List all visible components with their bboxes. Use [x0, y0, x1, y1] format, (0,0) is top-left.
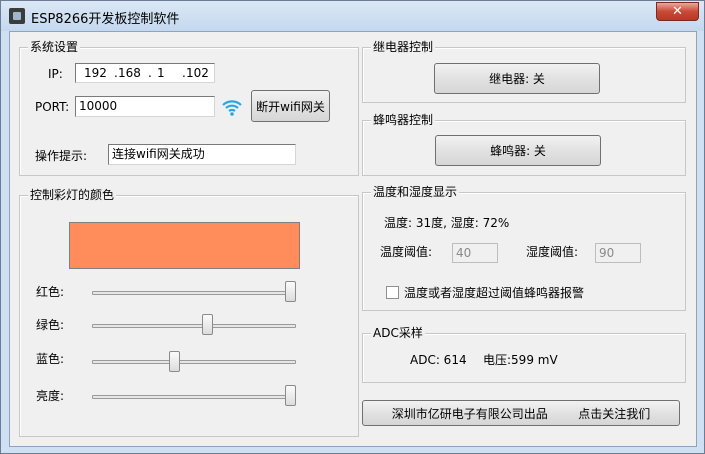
close-button[interactable]: ✕ — [656, 2, 699, 21]
ip-octet-2: 168 — [118, 66, 141, 80]
alarm-checkbox[interactable] — [386, 286, 399, 299]
blue-slider[interactable] — [92, 360, 296, 364]
brightness-slider-thumb[interactable] — [285, 385, 296, 406]
wifi-icon — [221, 96, 243, 118]
temp-threshold-field[interactable]: 40 — [452, 243, 498, 263]
blue-label: 蓝色: — [36, 352, 65, 366]
group-title: 控制彩灯的颜色 — [28, 188, 117, 202]
ip-octet-4: 102 — [186, 66, 209, 80]
title-bar[interactable]: ESP8266开发板控制软件 ✕ — [1, 1, 704, 31]
buzzer-toggle-button[interactable]: 蜂鸣器: 关 — [435, 135, 601, 166]
relay-toggle-button[interactable]: 继电器: 关 — [434, 63, 600, 94]
hint-label: 操作提示: — [35, 149, 88, 163]
temp-humidity-reading: 温度: 31度, 湿度: 72% — [384, 216, 510, 230]
port-field[interactable]: 10000 — [75, 96, 215, 117]
green-label: 绿色: — [36, 318, 65, 332]
voltage-value: 电压:599 mV — [483, 353, 558, 367]
humidity-threshold-label: 湿度阈值: — [526, 245, 579, 259]
close-icon: ✕ — [672, 4, 683, 19]
brightness-slider[interactable] — [92, 395, 296, 399]
group-title: 蜂鸣器控制 — [371, 113, 436, 127]
buzzer-control-group: 蜂鸣器控制 蜂鸣器: 关 — [362, 113, 686, 176]
color-preview-swatch — [69, 222, 300, 269]
temp-humidity-group: 温度和湿度显示 温度: 31度, 湿度: 72% 温度阈值: 40 湿度阈值: … — [362, 185, 686, 311]
relay-control-group: 继电器控制 继电器: 关 — [362, 40, 686, 103]
port-label: PORT: — [35, 100, 70, 114]
hint-field[interactable]: 连接wifi网关成功 — [108, 144, 296, 165]
ip-octet-3: 1 — [157, 66, 165, 80]
ip-octet-1: 192 — [84, 66, 107, 80]
blue-slider-thumb[interactable] — [169, 351, 181, 372]
group-title: 系统设置 — [28, 40, 81, 54]
red-slider-thumb[interactable] — [285, 281, 296, 302]
alarm-checkbox-label: 温度或者湿度超过阈值蜂鸣器报警 — [404, 286, 585, 300]
ip-address-field[interactable]: 192 . 168 . 1 . 102 — [75, 63, 215, 83]
window-title: ESP8266开发板控制软件 — [31, 12, 180, 27]
green-slider[interactable] — [92, 324, 296, 328]
red-label: 红色: — [36, 285, 65, 299]
client-area: 系统设置 IP: 192 . 168 . 1 . 102 PORT: 10000 — [9, 31, 697, 447]
app-window: ESP8266开发板控制软件 ✕ 系统设置 IP: 192 . 168 . 1 … — [0, 0, 705, 454]
group-title: 温度和湿度显示 — [371, 185, 460, 199]
humidity-threshold-field[interactable]: 90 — [595, 243, 641, 263]
system-settings-group: 系统设置 IP: 192 . 168 . 1 . 102 PORT: 10000 — [19, 40, 359, 176]
brightness-label: 亮度: — [36, 389, 65, 403]
ip-label: IP: — [48, 67, 63, 81]
group-title: 继电器控制 — [371, 40, 436, 54]
red-slider[interactable] — [92, 291, 296, 295]
adc-sampling-group: ADC采样 ADC: 614 电压:599 mV — [362, 326, 686, 383]
group-title: ADC采样 — [371, 326, 425, 340]
temp-threshold-label: 温度阈值: — [380, 245, 433, 259]
follow-us-button[interactable]: 深圳市亿研电子有限公司出品 点击关注我们 — [362, 400, 680, 426]
color-control-group: 控制彩灯的颜色 红色: 绿色: 蓝色: 亮度: — [19, 188, 359, 437]
ip-dot: . — [148, 66, 152, 80]
app-icon — [9, 8, 25, 24]
disconnect-wifi-button[interactable]: 断开wifi网关 — [251, 90, 330, 122]
green-slider-thumb[interactable] — [202, 314, 213, 335]
adc-value: ADC: 614 — [410, 353, 467, 367]
